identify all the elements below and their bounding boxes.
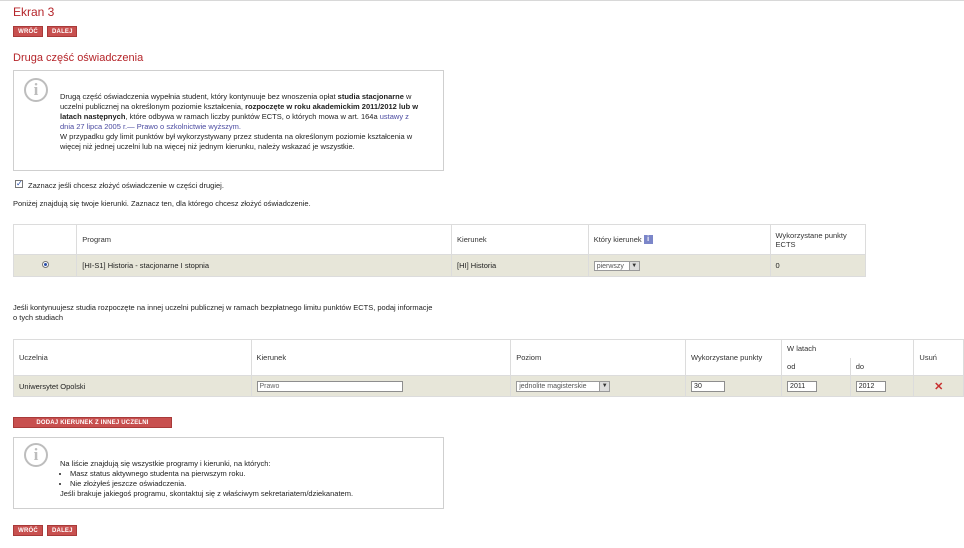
col-program: Program [76, 224, 453, 255]
other-uni-text: Jeśli kontynuujesz studia rozpoczęte na … [13, 303, 433, 322]
cell-uczelnia: Uniwersytet Opolski [13, 375, 252, 397]
year-from-input[interactable]: 2011 [787, 380, 818, 392]
cell-punkty: 0 [769, 254, 867, 277]
year-to-input[interactable]: 2012 [855, 380, 886, 392]
checkbox-label: Zaznacz jeśli chcesz złożyć oświadczenie… [28, 181, 224, 190]
punkty-input[interactable]: 30 [691, 380, 726, 392]
programs-table: Program Kierunek Który kierunek i Wykorzy… [12, 224, 867, 277]
cell-kierunek: [HI] Historia [451, 254, 589, 277]
col-punkty: Wykorzystane punkty ECTS [769, 224, 867, 255]
info-text-list: Na liście znajdują się wszystkie program… [60, 459, 430, 499]
col-uczelnia: Uczelnia [13, 339, 252, 376]
page-title: Ekran 3 [13, 5, 55, 19]
chevron-down-icon: ▼ [599, 381, 610, 391]
col-w-latach: W latach [781, 339, 915, 358]
col-kierunek: Kierunek [451, 224, 589, 255]
cell-program: [HI-S1] Historia - stacjonarne I stopnia [76, 254, 453, 277]
program-radio[interactable] [41, 261, 49, 268]
col-poziom: Poziom [510, 339, 687, 376]
info-text-declaration: Drugą część oświadczenia wypełnia studen… [60, 92, 419, 151]
col-ktory-kierunek: Który kierunek i [587, 224, 771, 255]
table-row[interactable]: [HI-S1] Historia - stacjonarne I stopnia… [12, 254, 867, 277]
col-usun: Usuń [913, 339, 964, 376]
top-divider [0, 0, 964, 1]
info-bullets: Masz status aktywnego studenta na pierws… [60, 469, 430, 489]
next-button-top[interactable]: DALEJ [47, 26, 77, 37]
next-button-bottom[interactable]: DALEJ [47, 525, 77, 536]
info-box-declaration: i Drugą część oświadczenia wypełnia stud… [13, 70, 444, 171]
list-item: Nie złożyłeś jeszcze oświadczenia. [70, 479, 430, 489]
poziom-select[interactable]: jednolite magisterskie ▼ [516, 380, 611, 392]
col-kierunek2: Kierunek [250, 339, 512, 376]
directions-intro: Poniżej znajdują się twoje kierunki. Zaz… [13, 199, 311, 208]
kierunek-input[interactable]: Prawo [256, 380, 403, 392]
chevron-down-icon: ▼ [628, 261, 639, 270]
back-button-top[interactable]: WRÓĆ [13, 26, 43, 37]
list-item: Masz status aktywnego studenta na pierws… [70, 469, 430, 479]
col-do: do [849, 357, 915, 376]
info-box-list: i Na liście znajdują się wszystkie progr… [13, 437, 444, 509]
declaration-checkbox[interactable]: ✓ [15, 180, 23, 188]
table-row: Uniwersytet Opolski Prawo jednolite magi… [13, 375, 964, 397]
other-uni-table: Uczelnia Kierunek Poziom Wykorzystane pu… [13, 339, 964, 397]
section-title: Druga część oświadczenia [13, 52, 144, 64]
add-direction-button[interactable]: DODAJ KIERUNEK Z INNEJ UCZELNI PUBLICZNE… [13, 417, 172, 437]
info-square-icon[interactable]: i [643, 235, 653, 245]
which-direction-select[interactable]: pierwszy ▼ [593, 260, 640, 271]
col-od: od [781, 357, 851, 376]
back-button-bottom[interactable]: WRÓĆ [13, 525, 43, 536]
col-punkty2: Wykorzystane punkty [685, 339, 783, 376]
info-circle-icon: i [24, 78, 48, 102]
close-icon[interactable]: ✕ [934, 381, 943, 393]
info-circle-icon: i [24, 443, 48, 467]
